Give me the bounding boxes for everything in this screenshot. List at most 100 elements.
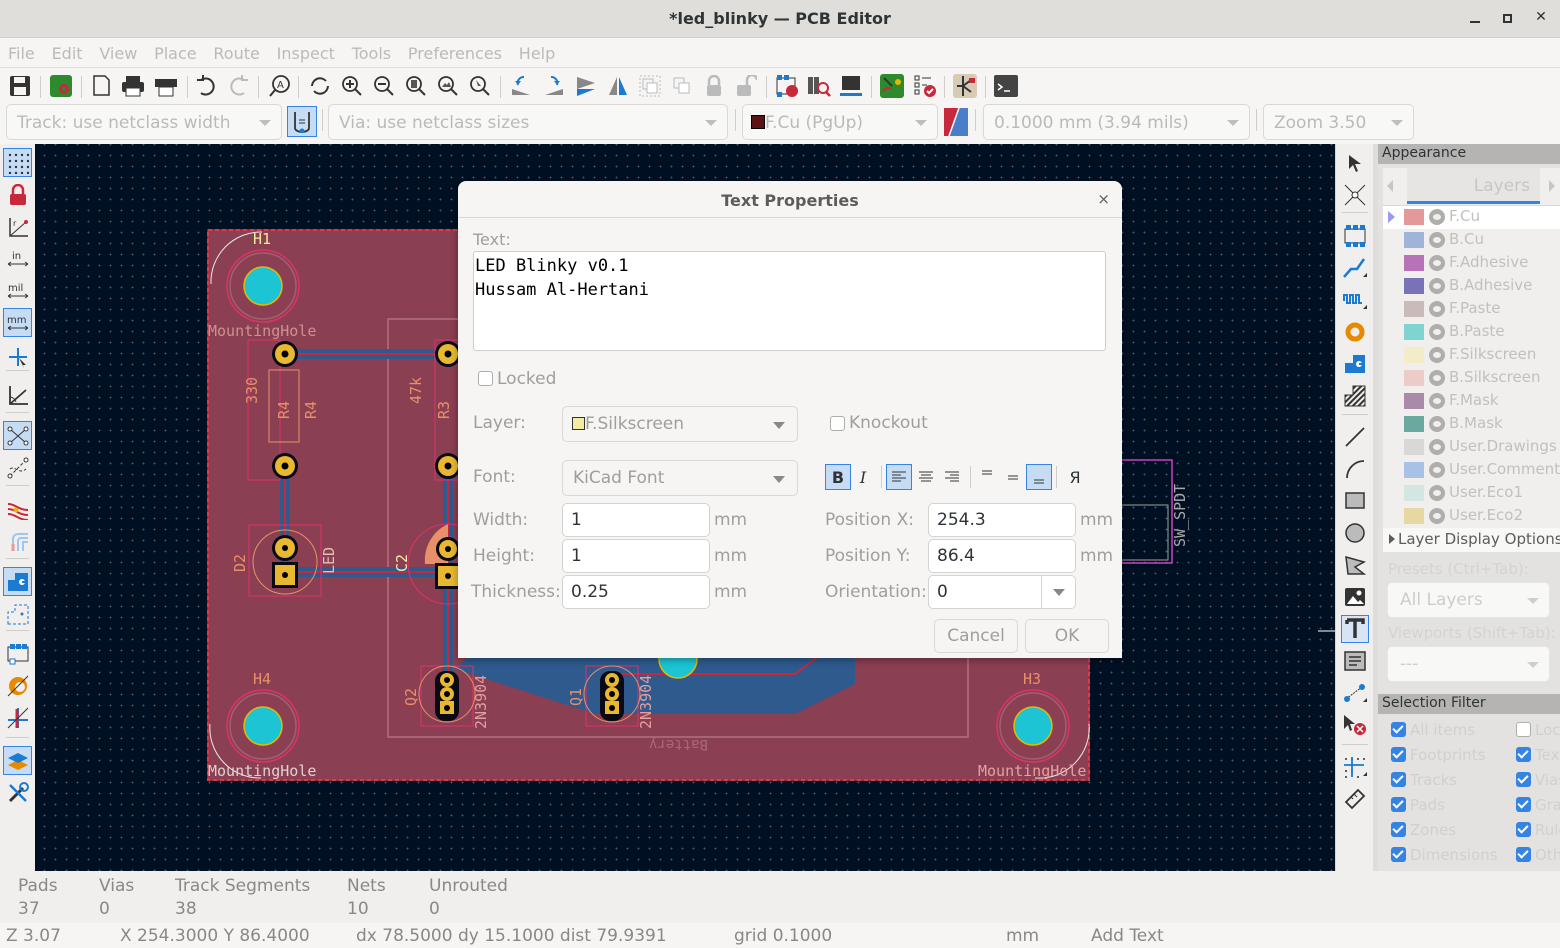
add-image-tool[interactable]: [1341, 583, 1369, 611]
layer-row[interactable]: User.Eco1: [1383, 482, 1560, 505]
unlock-button[interactable]: [733, 73, 759, 99]
layer-row[interactable]: B.Adhesive: [1383, 275, 1560, 298]
italic-toggle[interactable]: I: [850, 464, 876, 490]
dialog-close-button[interactable]: ×: [1097, 190, 1110, 208]
mirror-button[interactable]: [605, 73, 631, 99]
add-text-tool[interactable]: [1341, 615, 1369, 643]
print-button[interactable]: [120, 73, 146, 99]
layer-color-swatch[interactable]: [1404, 393, 1424, 409]
text-input[interactable]: LED Blinky v0.1 Hussam Al-Hertani: [473, 251, 1106, 351]
checkbox[interactable]: [1391, 797, 1406, 812]
polar-coords-toggle[interactable]: r: [3, 212, 32, 241]
ok-button[interactable]: OK: [1025, 619, 1109, 653]
selection-filter-item[interactable]: Pads: [1391, 796, 1445, 816]
layer-row[interactable]: F.Paste: [1383, 298, 1560, 321]
footprint-editor-button[interactable]: [774, 73, 800, 99]
visibility-eye-icon[interactable]: [1429, 370, 1445, 386]
valign-center-toggle[interactable]: [1000, 464, 1026, 490]
selection-filter-item[interactable]: Tracks: [1391, 771, 1457, 791]
layer-color-swatch[interactable]: [1404, 347, 1424, 363]
layer-select[interactable]: F.Cu (PgUp): [742, 104, 938, 140]
ungroup-button[interactable]: [669, 73, 695, 99]
orientation-combo[interactable]: 0: [928, 575, 1076, 609]
menu-tools[interactable]: Tools: [344, 38, 391, 63]
visibility-eye-icon[interactable]: [1429, 255, 1445, 271]
visibility-eye-icon[interactable]: [1429, 301, 1445, 317]
select-tool[interactable]: [1341, 149, 1369, 177]
maximize-button[interactable]: [1497, 9, 1517, 29]
align-left-toggle[interactable]: [886, 464, 912, 490]
visibility-eye-icon[interactable]: [1429, 393, 1445, 409]
draw-polygon-tool[interactable]: [1341, 551, 1369, 579]
net-highlight-toggle[interactable]: [3, 494, 32, 523]
grid-override-toggle[interactable]: [3, 180, 32, 209]
via-display-toggle[interactable]: [3, 671, 32, 700]
position-x-input[interactable]: 254.3: [928, 503, 1076, 537]
units-mm-button[interactable]: mm: [3, 308, 32, 337]
checkbox[interactable]: [1516, 722, 1531, 737]
layer-row[interactable]: B.Mask: [1383, 413, 1560, 436]
group-button[interactable]: [637, 73, 663, 99]
tune-length-tool[interactable]: [1341, 286, 1369, 314]
selection-filter-item[interactable]: Text: [1516, 746, 1560, 766]
visibility-eye-icon[interactable]: [1429, 416, 1445, 432]
footprint-display-toggle[interactable]: [3, 639, 32, 668]
selection-filter-item[interactable]: Other items: [1516, 846, 1560, 866]
menu-route[interactable]: Route: [205, 38, 259, 63]
menu-edit[interactable]: Edit: [44, 38, 83, 63]
viewports-select[interactable]: ---: [1387, 646, 1550, 682]
valign-bottom-toggle[interactable]: [1026, 464, 1052, 490]
route-track-tool[interactable]: [1341, 254, 1369, 282]
grid-toggle[interactable]: [3, 148, 32, 177]
valign-top-toggle[interactable]: [974, 464, 1000, 490]
checkbox[interactable]: [1516, 772, 1531, 787]
curved-ratsnest-toggle[interactable]: [3, 453, 32, 482]
cancel-button[interactable]: Cancel: [934, 619, 1018, 653]
layer-row[interactable]: B.Silkscreen: [1383, 367, 1560, 390]
schematic-button[interactable]: [952, 73, 978, 99]
rotate-cw-button[interactable]: [541, 73, 567, 99]
draw-line-tool[interactable]: [1341, 423, 1369, 451]
knockout-checkbox[interactable]: [830, 416, 845, 431]
align-right-toggle[interactable]: [939, 464, 965, 490]
layer-row[interactable]: User.Drawings: [1383, 436, 1560, 459]
visibility-eye-icon[interactable]: [1429, 485, 1445, 501]
draw-arc-tool[interactable]: [1341, 455, 1369, 483]
layer-color-swatch[interactable]: [1404, 416, 1424, 432]
layer-color-swatch[interactable]: [1404, 370, 1424, 386]
local-ratsnest-tool[interactable]: [1341, 181, 1369, 209]
minimize-button[interactable]: [1465, 9, 1485, 29]
menu-place[interactable]: Place: [146, 38, 197, 63]
zoom-in-button[interactable]: [339, 73, 365, 99]
footprint-browser-button[interactable]: [806, 73, 832, 99]
scripting-console-button[interactable]: [993, 73, 1019, 99]
bold-toggle[interactable]: B: [825, 464, 851, 490]
update-from-schematic-button[interactable]: [879, 73, 905, 99]
tab-scroll-left[interactable]: [1387, 180, 1393, 192]
add-textbox-tool[interactable]: [1341, 647, 1369, 675]
layer-color-swatch[interactable]: [1404, 462, 1424, 478]
layer-pair-button[interactable]: [944, 107, 968, 137]
position-y-input[interactable]: 86.4: [928, 539, 1076, 573]
draw-rectangle-tool[interactable]: [1341, 487, 1369, 515]
layer-color-swatch[interactable]: [1404, 278, 1424, 294]
add-dimension-tool[interactable]: [1341, 679, 1369, 707]
checkbox[interactable]: [1391, 722, 1406, 737]
selection-filter-item[interactable]: Vias: [1516, 771, 1560, 791]
flip-button[interactable]: [573, 73, 599, 99]
selection-filter-item[interactable]: Dimensions: [1391, 846, 1498, 866]
track-width-select[interactable]: Track: use netclass width: [6, 104, 282, 140]
zoom-select[interactable]: Zoom 3.50: [1263, 104, 1414, 140]
board-setup-button[interactable]: [48, 73, 74, 99]
tab-scroll-right[interactable]: [1549, 180, 1555, 192]
visibility-eye-icon[interactable]: [1429, 462, 1445, 478]
layer-display-options-toggle[interactable]: Layer Display Options: [1383, 528, 1560, 552]
layer-color-swatch[interactable]: [1404, 209, 1424, 225]
selection-filter-item[interactable]: Footprints: [1391, 746, 1485, 766]
menu-view[interactable]: View: [91, 38, 137, 63]
zoom-out-button[interactable]: [371, 73, 397, 99]
auto-track-width-toggle[interactable]: [287, 106, 317, 137]
visibility-eye-icon[interactable]: [1429, 209, 1445, 225]
units-mils-button[interactable]: mil: [3, 276, 32, 305]
rule-area-tool[interactable]: [1341, 382, 1369, 410]
